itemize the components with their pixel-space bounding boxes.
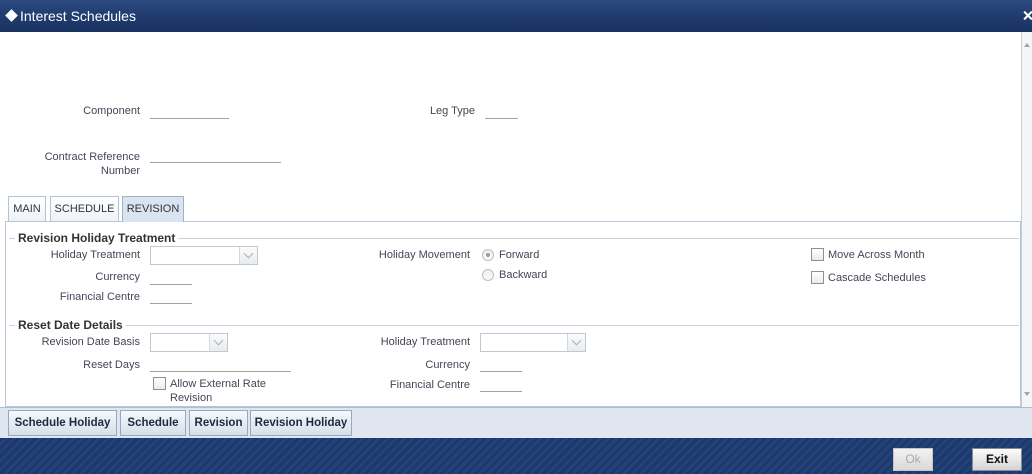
reset-holiday-treatment-label: Holiday Treatment <box>380 336 470 348</box>
scroll-down-arrow-icon[interactable] <box>1023 389 1032 399</box>
reset-currency-label: Currency <box>425 359 470 371</box>
dropdown-button[interactable] <box>239 247 257 264</box>
window-title-bar[interactable]: Interest Schedules <box>0 0 1032 32</box>
chevron-down-icon <box>243 248 254 259</box>
financial-centre-label: Financial Centre <box>59 291 140 303</box>
contract-reference-field[interactable] <box>150 148 281 163</box>
backward-radio[interactable] <box>482 269 494 281</box>
reset-holiday-treatment-select[interactable] <box>480 333 586 352</box>
close-icon[interactable] <box>1023 11 1032 20</box>
section-divider <box>9 325 1019 326</box>
component-field[interactable] <box>150 104 229 119</box>
reset-days-label: Reset Days <box>83 359 140 371</box>
reset-date-heading: Reset Date Details <box>15 318 126 332</box>
leg-type-label: Leg Type <box>429 105 475 117</box>
leg-type-field[interactable] <box>485 104 518 119</box>
tab-schedule[interactable]: SCHEDULE <box>50 196 119 221</box>
move-across-month-checkbox[interactable] <box>811 248 824 261</box>
chevron-down-icon <box>571 335 582 346</box>
component-label: Component <box>83 105 140 117</box>
revision-date-basis-select[interactable] <box>150 333 228 352</box>
currency-label: Currency <box>95 271 140 283</box>
reset-days-field[interactable] <box>150 357 291 372</box>
reset-financial-centre-label: Financial Centre <box>389 379 470 391</box>
allow-external-rate-revision-checkbox[interactable] <box>153 377 166 390</box>
holiday-treatment-select[interactable] <box>150 246 258 265</box>
cascade-schedules-label: Cascade Schedules <box>828 272 926 284</box>
schedule-holiday-button[interactable]: Schedule Holiday <box>8 410 117 436</box>
holiday-movement-label: Holiday Movement <box>378 249 470 261</box>
revision-button[interactable]: Revision <box>189 410 248 436</box>
revision-holiday-button[interactable]: Revision Holiday <box>250 410 352 436</box>
backward-radio-label: Backward <box>499 269 548 281</box>
diamond-icon <box>5 9 18 22</box>
currency-field[interactable] <box>150 270 192 285</box>
revision-holiday-heading: Revision Holiday Treatment <box>15 231 179 245</box>
chevron-down-icon <box>213 335 224 346</box>
scroll-up-arrow-icon[interactable] <box>1023 40 1032 50</box>
reset-currency-field[interactable] <box>480 357 522 372</box>
ok-button[interactable]: Ok <box>893 448 933 471</box>
holiday-treatment-label: Holiday Treatment <box>50 249 140 261</box>
financial-centre-field[interactable] <box>150 289 192 304</box>
forward-radio-label: Forward <box>499 249 540 261</box>
schedule-button[interactable]: Schedule <box>120 410 186 436</box>
tab-main[interactable]: MAIN <box>8 196 46 221</box>
dropdown-button[interactable] <box>567 334 585 351</box>
move-across-month-label: Move Across Month <box>828 249 925 261</box>
reset-financial-centre-field[interactable] <box>480 377 522 392</box>
contract-reference-label: Contract Reference Number <box>44 151 140 177</box>
vertical-scrollbar[interactable] <box>1021 32 1032 407</box>
forward-radio[interactable] <box>482 249 494 261</box>
exit-button[interactable]: Exit <box>972 448 1022 471</box>
footer-bar <box>0 438 1032 474</box>
tab-revision[interactable]: REVISION <box>122 196 184 222</box>
cascade-schedules-checkbox[interactable] <box>811 271 824 284</box>
revision-date-basis-label: Revision Date Basis <box>41 336 140 348</box>
window-title: Interest Schedules <box>20 8 136 24</box>
allow-external-rate-revision-label: Allow External Rate Revision <box>170 378 266 404</box>
dropdown-button[interactable] <box>209 334 227 351</box>
